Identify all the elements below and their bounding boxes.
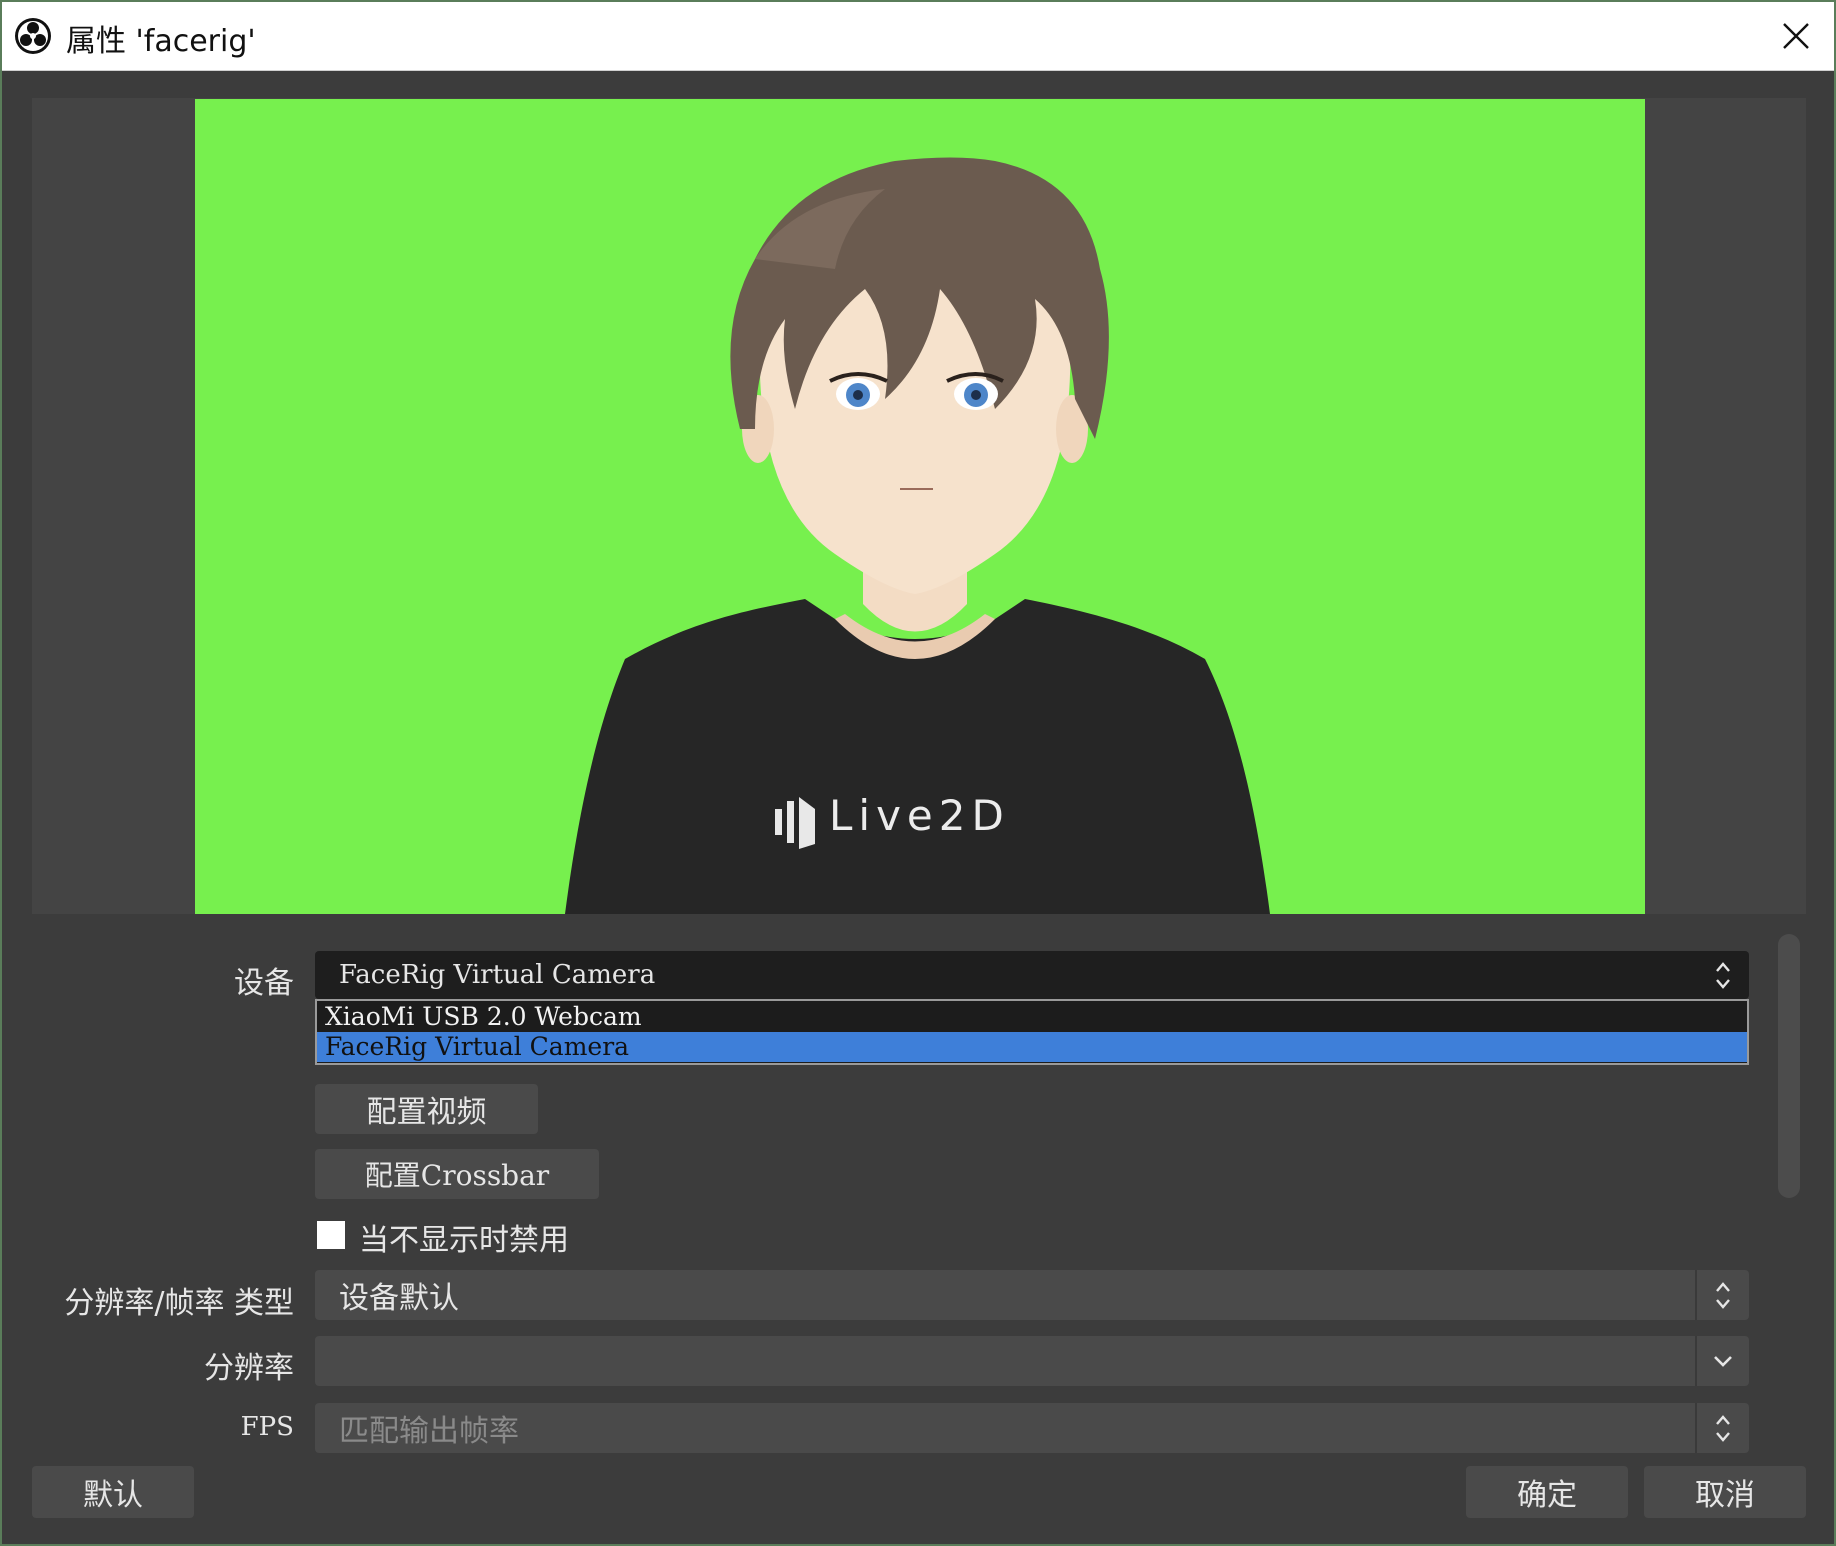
properties-dialog: 属性 'facerig' Live2D 设备 FaceRig Virtual C… (0, 0, 1836, 1546)
deactivate-when-hidden-label: 当不显示时禁用 (359, 1223, 569, 1258)
properties-scrollbar[interactable] (1778, 934, 1800, 1198)
cancel-button[interactable]: 取消 (1644, 1466, 1806, 1518)
obs-logo-icon (15, 18, 51, 54)
deactivate-when-hidden-checkbox[interactable] (317, 1221, 345, 1249)
close-button[interactable] (1770, 10, 1822, 62)
device-dropdown-list: XiaoMi USB 2.0 Webcam FaceRig Virtual Ca… (315, 999, 1749, 1065)
updown-chevron-icon (1716, 1282, 1730, 1309)
defaults-button[interactable]: 默认 (32, 1466, 194, 1518)
updown-chevron-icon (1716, 1415, 1730, 1442)
chevron-down-icon (1714, 1356, 1732, 1367)
window-title: 属性 'facerig' (66, 24, 256, 59)
configure-crossbar-button[interactable]: 配置Crossbar (315, 1149, 599, 1199)
resolution-type-value: 设备默认 (339, 1281, 459, 1316)
ok-button[interactable]: 确定 (1466, 1466, 1628, 1518)
resolution-type-arrows (1695, 1270, 1749, 1320)
fps-label: FPS (240, 1412, 294, 1442)
updown-chevron-icon (1716, 962, 1730, 989)
device-label: 设备 (234, 966, 294, 1001)
resolution-type-select[interactable]: 设备默认 (315, 1270, 1749, 1320)
fps-value: 匹配输出帧率 (339, 1414, 519, 1449)
resolution-dropdown-arrow[interactable] (1695, 1336, 1749, 1386)
close-icon (1783, 23, 1809, 49)
source-preview: Live2D (195, 99, 1645, 914)
resolution-combobox[interactable] (315, 1336, 1749, 1386)
resolution-label: 分辨率 (204, 1351, 294, 1386)
device-option[interactable]: XiaoMi USB 2.0 Webcam (317, 1002, 1747, 1032)
title-bar: 属性 'facerig' (2, 2, 1834, 71)
device-select-arrows (1697, 951, 1749, 999)
shirt-logo-text: Live2D (829, 791, 1010, 840)
fps-arrows (1695, 1403, 1749, 1453)
device-option-selected[interactable]: FaceRig Virtual Camera (317, 1032, 1747, 1062)
device-select[interactable]: FaceRig Virtual Camera (315, 951, 1749, 999)
fps-select[interactable]: 匹配输出帧率 (315, 1403, 1749, 1453)
configure-video-button[interactable]: 配置视频 (315, 1084, 538, 1134)
resolution-type-label: 分辨率/帧率 类型 (64, 1286, 294, 1321)
device-select-value: FaceRig Virtual Camera (339, 960, 656, 990)
